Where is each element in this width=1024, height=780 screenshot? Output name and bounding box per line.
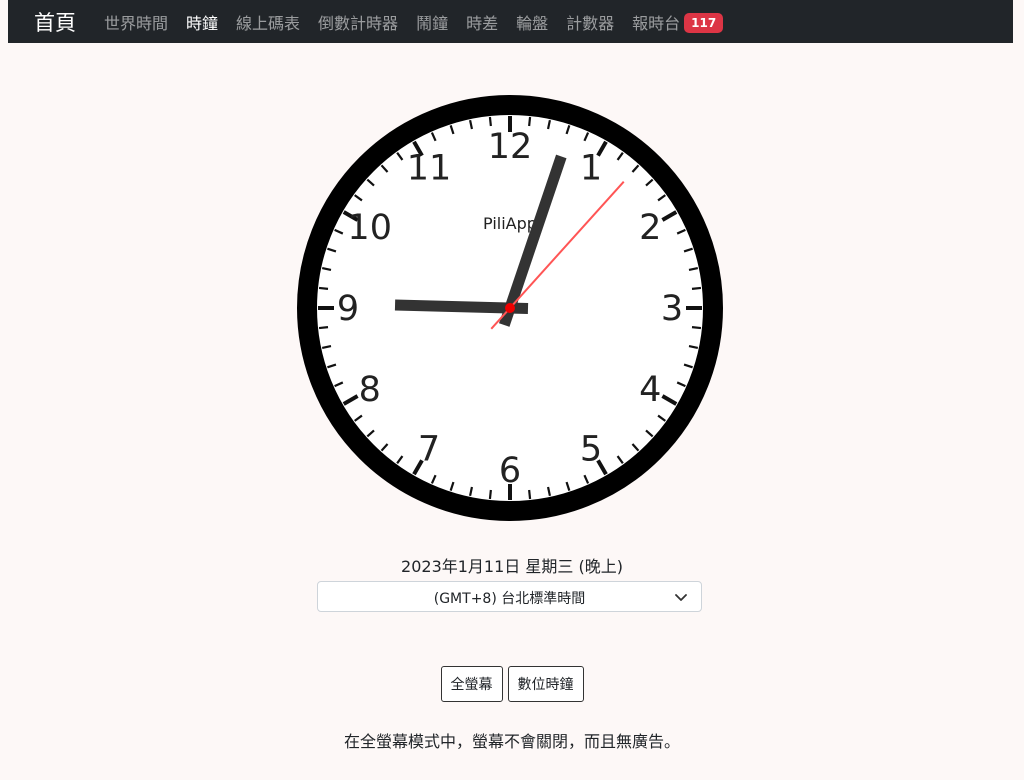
- fullscreen-button[interactable]: 全螢幕: [440, 666, 503, 702]
- timezone-selected-value: (GMT+8) 台北標準時間: [433, 591, 586, 607]
- clock-numeral: 1: [580, 149, 602, 189]
- nav-item-stopwatch[interactable]: 線上碼表: [236, 10, 300, 34]
- clock-numeral: 6: [499, 451, 521, 491]
- clock-numeral: 5: [580, 429, 602, 469]
- nav-item-clock[interactable]: 時鐘: [186, 10, 218, 34]
- nav-item-time-announcer-label: 報時台: [632, 13, 681, 33]
- clock-numeral: 8: [359, 370, 381, 410]
- clock-numeral: 9: [337, 289, 359, 329]
- nav-item-counter[interactable]: 計數器: [566, 10, 614, 34]
- nav-item-countdown[interactable]: 倒數計時器: [318, 10, 398, 34]
- current-date: 2023年1月11日 星期三 (晚上): [401, 557, 623, 576]
- fullscreen-note: 在全螢幕模式中，螢幕不會關閉，而且無廣告。: [343, 732, 680, 751]
- minor-tick: [488, 489, 492, 500]
- timezone-select[interactable]: (GMT+8) 台北標準時間: [317, 581, 702, 612]
- minor-tick: [488, 116, 492, 127]
- digital-clock-button[interactable]: 數位時鐘: [507, 666, 584, 702]
- nav-item-roulette[interactable]: 輪盤: [516, 10, 548, 34]
- minor-tick: [318, 326, 329, 330]
- clock-logo: PiliApp: [483, 214, 537, 233]
- minor-tick: [528, 116, 532, 127]
- top-navbar: 首頁 世界時間 時鐘 線上碼表 倒數計時器 鬧鐘 時差 輪盤 計數器 報時台 11…: [8, 0, 1013, 43]
- analog-clock: 12 1 2 3 4 5 6 7 8 9 10 11 PiliApp: [297, 95, 723, 521]
- clock-numeral: 10: [347, 208, 392, 248]
- minor-tick: [318, 286, 329, 290]
- clock-face: 12 12 3 45 6 78 9 10 11 PiliApp: [297, 95, 723, 521]
- action-buttons: 全螢幕 數位時鐘: [0, 666, 1024, 702]
- minor-tick: [691, 326, 702, 330]
- nav-brand-home[interactable]: 首頁: [34, 7, 76, 37]
- nav-item-time-announcer[interactable]: 報時台 117: [632, 10, 724, 34]
- clock-numeral: 11: [407, 149, 452, 189]
- clock-numeral: 3: [661, 289, 683, 329]
- clock-numeral: 12: [488, 127, 533, 167]
- clock-numeral: 2: [639, 208, 661, 248]
- clock-numeral: 7: [418, 429, 440, 469]
- clock-numeral: 4: [639, 370, 661, 410]
- chevron-down-icon: [675, 591, 687, 607]
- minor-tick: [528, 489, 532, 500]
- center-dot: [505, 303, 515, 313]
- nav-item-alarm[interactable]: 鬧鐘: [416, 10, 448, 34]
- notification-badge: 117: [684, 12, 724, 33]
- nav-item-world-time[interactable]: 世界時間: [104, 10, 168, 34]
- minor-tick: [691, 286, 702, 290]
- nav-item-time-difference[interactable]: 時差: [466, 10, 498, 34]
